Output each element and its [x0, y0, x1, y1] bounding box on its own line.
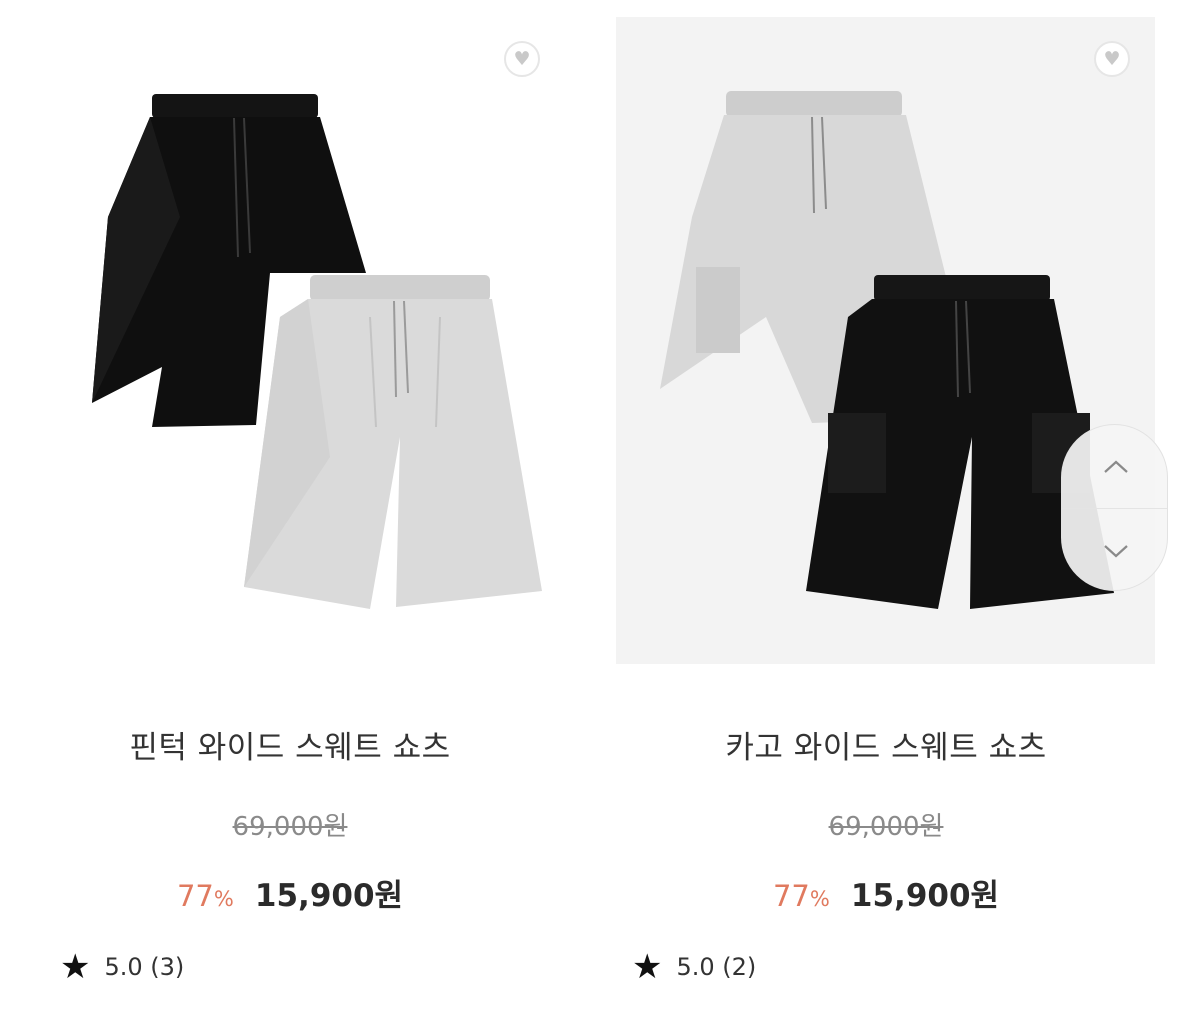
original-price: 69,000원 [232, 812, 348, 842]
heart-icon: ♥ [513, 48, 531, 70]
gray-shorts-shape [244, 275, 542, 609]
sale-price: 15,900원 [254, 878, 404, 914]
shorts-image-pintuck [92, 94, 542, 609]
product-image[interactable]: ♥ [20, 17, 560, 664]
scroll-up-button[interactable] [1062, 425, 1169, 508]
chevron-down-icon [1103, 544, 1128, 557]
heart-icon: ♥ [1103, 48, 1121, 70]
price-row: 77% 15,900원 [20, 870, 560, 915]
product-name[interactable]: 카고 와이드 스웨트 쇼츠 [616, 722, 1156, 767]
rating-text: 5.0 (3) [104, 953, 185, 981]
wishlist-button[interactable]: ♥ [504, 41, 540, 77]
rating-text: 5.0 (2) [676, 953, 757, 981]
rating: ★ 5.0 (3) [60, 950, 184, 984]
discount-rate: 77% [176, 879, 234, 913]
product-name[interactable]: 핀턱 와이드 스웨트 쇼츠 [20, 722, 560, 767]
star-icon: ★ [632, 947, 663, 987]
discount-rate: 77% [772, 879, 830, 913]
wishlist-button[interactable]: ♥ [1094, 41, 1130, 77]
product-card[interactable]: ♥ 핀턱 와이드 스웨트 쇼츠 69,000원 77% 15,900원 ★ 5.… [20, 0, 580, 1015]
star-icon: ★ [60, 947, 91, 987]
scroll-control [1061, 424, 1168, 591]
original-price: 69,000원 [828, 812, 944, 842]
chevron-up-icon [1103, 460, 1128, 473]
scroll-down-button[interactable] [1062, 509, 1169, 592]
price-row: 77% 15,900원 [616, 870, 1156, 915]
rating: ★ 5.0 (2) [632, 950, 756, 984]
sale-price: 15,900원 [850, 878, 1000, 914]
